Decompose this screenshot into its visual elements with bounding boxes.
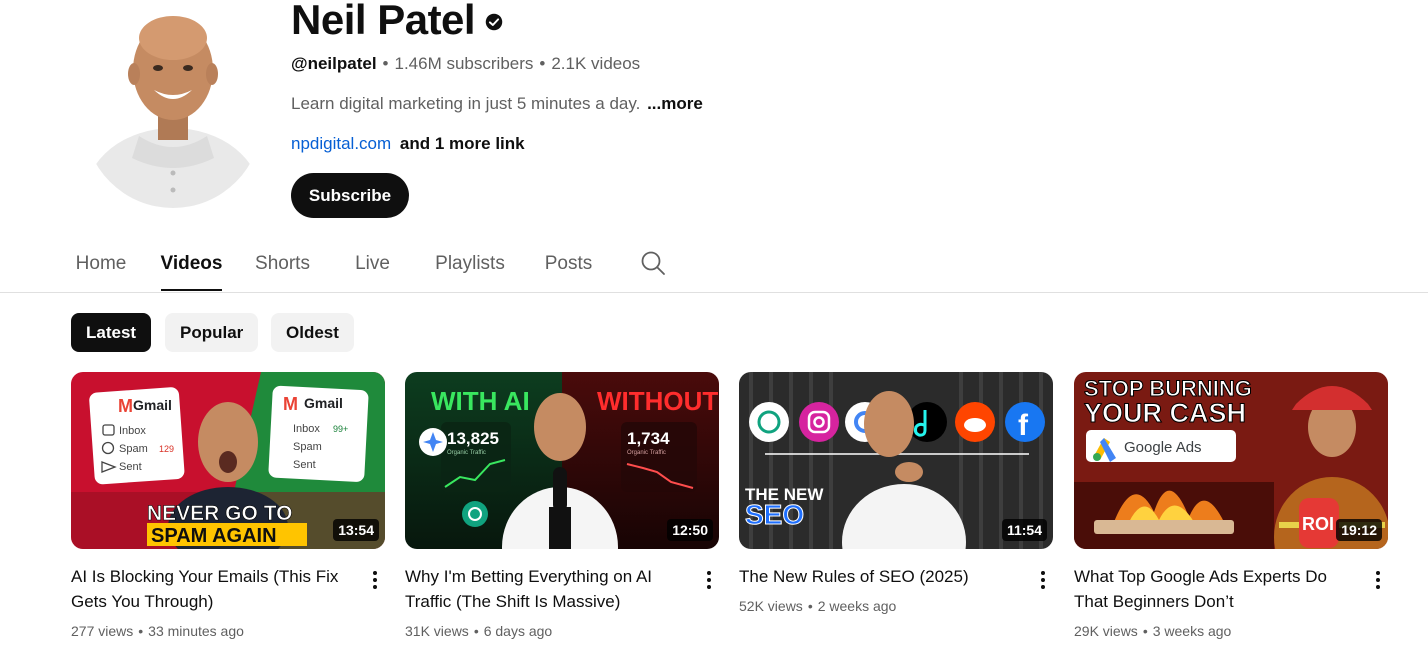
video-thumbnail[interactable]: Gmail M Inbox Spam 129 Sent Gmail M Inbo… bbox=[71, 372, 385, 549]
tab-live[interactable]: Live bbox=[354, 236, 391, 292]
thumb-gmail-2: Gmail bbox=[304, 395, 343, 411]
tab-shorts[interactable]: Shorts bbox=[253, 236, 312, 292]
svg-text:f: f bbox=[1018, 409, 1029, 442]
video-card: STOP BURNING YOUR CASH Google Ads ROI 19… bbox=[1074, 372, 1390, 639]
video-duration: 13:54 bbox=[333, 519, 379, 541]
video-age: 2 weeks ago bbox=[817, 598, 897, 614]
video-title[interactable]: Why I'm Betting Everything on AI Traffic… bbox=[405, 564, 685, 614]
channel-avatar[interactable] bbox=[84, 8, 262, 208]
video-title[interactable]: What Top Google Ads Experts Do That Begi… bbox=[1074, 564, 1354, 614]
tab-playlists[interactable]: Playlists bbox=[432, 236, 508, 292]
more-vert-icon[interactable] bbox=[697, 568, 721, 592]
meta-separator: • bbox=[473, 623, 479, 639]
svg-text:M: M bbox=[283, 394, 298, 414]
thumb-spam-1: Spam bbox=[119, 443, 148, 455]
tab-videos[interactable]: Videos bbox=[161, 236, 222, 292]
meta-separator: • bbox=[138, 623, 144, 639]
video-views: 29K views bbox=[1074, 623, 1138, 639]
subscribe-button[interactable]: Subscribe bbox=[291, 173, 409, 218]
thumb-headline-2: YOUR CASH bbox=[1084, 398, 1246, 428]
channel-tabs: Home Videos Shorts Live Playlists Posts bbox=[0, 236, 1428, 293]
chip-latest[interactable]: Latest bbox=[71, 313, 152, 352]
channel-website-link[interactable]: npdigital.com bbox=[291, 134, 391, 153]
video-title[interactable]: AI Is Blocking Your Emails (This Fix Get… bbox=[71, 564, 351, 614]
more-vert-icon[interactable] bbox=[1031, 568, 1055, 592]
channel-links: npdigital.com and 1 more link bbox=[291, 134, 525, 154]
video-views: 31K views bbox=[405, 623, 469, 639]
thumb-gmail-1: Gmail bbox=[133, 397, 172, 413]
channel-name: Neil Patel bbox=[291, 0, 476, 43]
video-title[interactable]: The New Rules of SEO (2025) bbox=[739, 564, 1019, 589]
thumb-left-value: 13,825 bbox=[447, 429, 499, 448]
tab-home[interactable]: Home bbox=[74, 236, 128, 292]
video-card: WITH AI WITHOUT 13,825 Organic Traffic 1… bbox=[405, 372, 721, 639]
more-vert-icon[interactable] bbox=[1366, 568, 1390, 592]
more-links-button[interactable]: and 1 more link bbox=[400, 134, 525, 153]
thumb-headline-2: SPAM AGAIN bbox=[151, 525, 277, 547]
more-vert-icon[interactable] bbox=[363, 568, 387, 592]
video-duration: 19:12 bbox=[1336, 519, 1382, 541]
thumb-inbox-1: Inbox bbox=[119, 425, 146, 437]
thumb-left-label: WITH AI bbox=[431, 386, 530, 416]
video-thumbnail[interactable]: STOP BURNING YOUR CASH Google Ads ROI 19… bbox=[1074, 372, 1388, 549]
video-duration: 11:54 bbox=[1001, 519, 1047, 541]
thumb-headline-2: SEO bbox=[745, 499, 804, 530]
thumb-sent-1: Sent bbox=[119, 461, 142, 473]
thumb-headline-1: NEVER GO TO bbox=[147, 502, 292, 525]
thumb-badge: Google Ads bbox=[1124, 439, 1202, 456]
channel-description: Learn digital marketing in just 5 minute… bbox=[291, 94, 703, 114]
description-text: Learn digital marketing in just 5 minute… bbox=[291, 94, 641, 113]
video-meta: 29K views • 3 weeks ago bbox=[1074, 623, 1231, 639]
thumb-sent-2: Sent bbox=[293, 459, 316, 471]
video-views: 52K views bbox=[739, 598, 803, 614]
channel-page: Neil Patel @neilpatel • 1.46M subscriber… bbox=[0, 0, 1428, 663]
svg-text:M: M bbox=[118, 396, 133, 416]
video-meta: 31K views • 6 days ago bbox=[405, 623, 552, 639]
chip-popular[interactable]: Popular bbox=[165, 313, 259, 352]
video-age: 6 days ago bbox=[483, 623, 553, 639]
thumb-right-label: WITHOUT bbox=[597, 386, 718, 416]
channel-meta: @neilpatel • 1.46M subscribers • 2.1K vi… bbox=[291, 54, 640, 74]
video-count: 2.1K videos bbox=[551, 54, 641, 73]
verified-check-icon bbox=[485, 13, 503, 31]
chip-oldest[interactable]: Oldest bbox=[271, 313, 354, 352]
thumb-right-value: 1,734 bbox=[627, 429, 670, 448]
meta-separator: • bbox=[539, 54, 546, 73]
video-card: f THE NEW SEO 11:54 The New Rules of SEO… bbox=[739, 372, 1055, 614]
tab-posts[interactable]: Posts bbox=[543, 236, 594, 292]
description-more-link[interactable]: ...more bbox=[647, 94, 703, 113]
subscriber-count: 1.46M subscribers bbox=[394, 54, 534, 73]
channel-handle: @neilpatel bbox=[291, 54, 377, 73]
avatar-image bbox=[84, 8, 262, 208]
video-thumbnail[interactable]: f THE NEW SEO 11:54 bbox=[739, 372, 1053, 549]
thumb-spam-count: 129 bbox=[159, 444, 174, 454]
video-meta: 277 views • 33 minutes ago bbox=[71, 623, 244, 639]
video-age: 33 minutes ago bbox=[148, 623, 244, 639]
meta-separator: • bbox=[1142, 623, 1148, 639]
video-card: Gmail M Inbox Spam 129 Sent Gmail M Inbo… bbox=[71, 372, 387, 639]
video-age: 3 weeks ago bbox=[1152, 623, 1232, 639]
thumb-left-caption: Organic Traffic bbox=[447, 450, 486, 456]
meta-separator: • bbox=[382, 54, 389, 73]
thumb-inbox-count: 99+ bbox=[333, 424, 348, 434]
thumb-right-caption: Organic Traffic bbox=[627, 450, 666, 456]
meta-separator: • bbox=[807, 598, 813, 614]
thumb-roi: ROI bbox=[1302, 514, 1334, 534]
thumb-inbox-2: Inbox bbox=[293, 423, 320, 435]
channel-title-row: Neil Patel bbox=[291, 0, 503, 46]
video-meta: 52K views • 2 weeks ago bbox=[739, 598, 896, 614]
thumb-spam-2: Spam bbox=[293, 441, 322, 453]
video-views: 277 views bbox=[71, 623, 134, 639]
video-thumbnail[interactable]: WITH AI WITHOUT 13,825 Organic Traffic 1… bbox=[405, 372, 719, 549]
video-duration: 12:50 bbox=[667, 519, 713, 541]
search-icon[interactable] bbox=[640, 250, 666, 276]
